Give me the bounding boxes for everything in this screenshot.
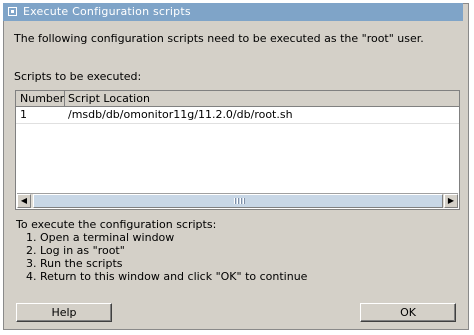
ok-button-label: OK <box>400 306 416 319</box>
scripts-table: Number Script Location 1 /msdb/db/omonit… <box>15 90 460 210</box>
scripts-label: Scripts to be executed: <box>14 70 142 83</box>
instructions-heading: To execute the configuration scripts: <box>16 218 217 231</box>
instruction-step: 1. Open a terminal window <box>26 231 175 244</box>
scrollbar-thumb[interactable] <box>33 194 443 208</box>
column-header-number[interactable]: Number <box>20 92 64 105</box>
grip-icon <box>234 198 246 204</box>
row-divider <box>16 123 459 124</box>
column-divider[interactable] <box>64 91 65 107</box>
column-header-script-location[interactable]: Script Location <box>68 92 150 105</box>
window-menu-icon[interactable] <box>8 7 17 16</box>
scroll-left-icon[interactable]: ◀ <box>17 194 31 208</box>
ok-button[interactable]: OK <box>360 303 456 322</box>
instruction-step: 4. Return to this window and click "OK" … <box>26 270 308 283</box>
row-number: 1 <box>20 108 27 121</box>
instruction-step: 2. Log in as "root" <box>26 244 125 257</box>
scroll-right-icon[interactable]: ▶ <box>444 194 458 208</box>
horizontal-scrollbar[interactable]: ◀ ▶ <box>17 193 458 208</box>
instruction-step: 3. Run the scripts <box>26 257 123 270</box>
table-row[interactable]: 1 /msdb/db/omonitor11g/11.2.0/db/root.sh <box>16 107 459 123</box>
help-button[interactable]: Help <box>16 303 112 322</box>
title-bar[interactable]: Execute Configuration scripts <box>3 3 463 21</box>
info-message: The following configuration scripts need… <box>14 32 424 45</box>
table-header: Number Script Location <box>16 91 459 107</box>
row-script-location: /msdb/db/omonitor11g/11.2.0/db/root.sh <box>68 108 293 121</box>
help-button-label: Help <box>51 306 77 319</box>
instructions: To execute the configuration scripts: 1.… <box>16 218 307 283</box>
window-title: Execute Configuration scripts <box>23 5 191 18</box>
